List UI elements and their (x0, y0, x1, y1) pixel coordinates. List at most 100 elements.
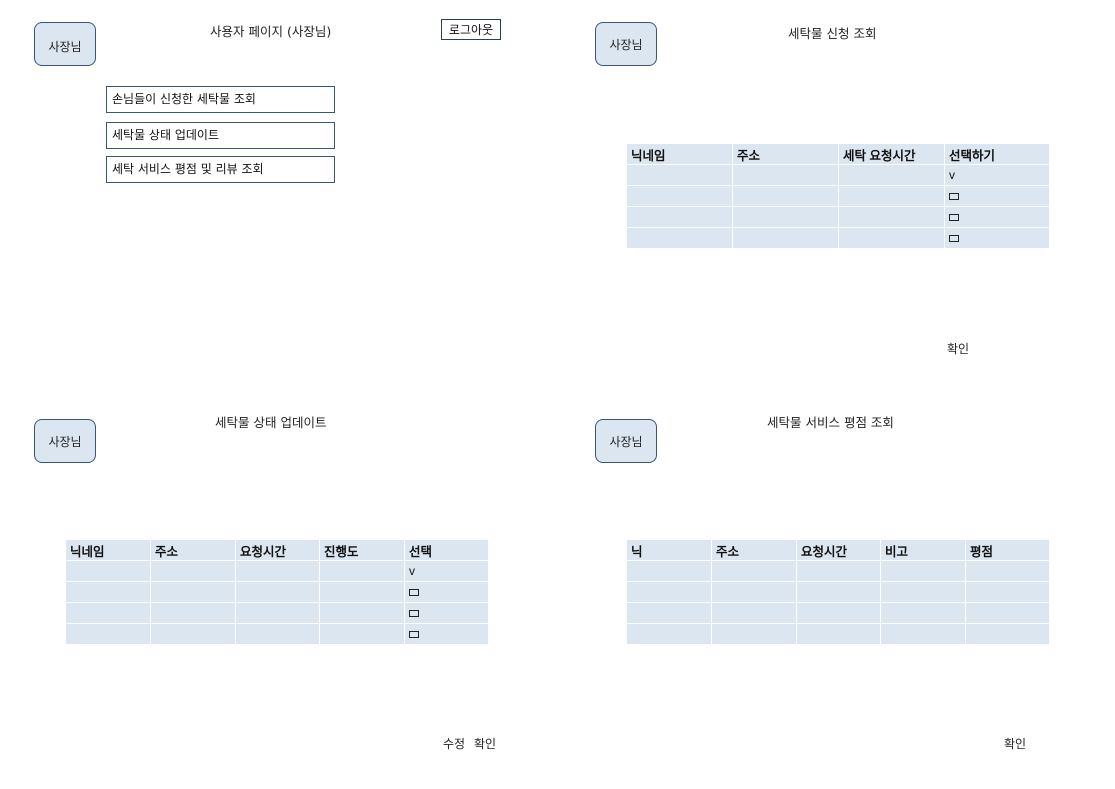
table-row[interactable] (626, 227, 1050, 249)
table-row[interactable]: v (626, 164, 1050, 186)
select-cell[interactable] (944, 185, 1050, 207)
table-cell (711, 602, 797, 624)
column-header: 요청시간 (796, 539, 881, 561)
table-cell (965, 560, 1050, 582)
checkbox-icon[interactable] (949, 214, 959, 222)
view-laundry-requests-button[interactable]: 손님들이 신청한 세탁물 조회 (106, 86, 335, 113)
table-cell (838, 185, 945, 207)
owner-avatar: 사장님 (595, 419, 657, 463)
select-cell[interactable] (404, 623, 489, 645)
confirm-button[interactable]: 확인 (1004, 735, 1026, 752)
checkbox-icon[interactable] (949, 235, 959, 243)
select-cell[interactable]: v (404, 560, 489, 582)
table-cell (626, 164, 733, 186)
select-cell[interactable]: v (944, 164, 1050, 186)
table-row (626, 602, 1050, 624)
table-cell (65, 560, 151, 582)
table-cell (626, 602, 712, 624)
table-cell (965, 602, 1050, 624)
checked-mark[interactable]: v (409, 564, 415, 578)
page-title: 세탁물 상태 업데이트 (215, 415, 327, 430)
page-title: 세탁물 서비스 평점 조회 (767, 415, 894, 430)
owner-avatar: 사장님 (595, 22, 657, 66)
column-header: 주소 (150, 539, 236, 561)
table-row[interactable] (626, 206, 1050, 228)
edit-button[interactable]: 수정 (443, 735, 465, 752)
table-cell (626, 581, 712, 603)
table-cell (65, 623, 151, 645)
table-row (626, 581, 1050, 603)
table-cell (880, 560, 966, 582)
checked-mark[interactable]: v (949, 168, 955, 182)
request-table: 닉네임 주소 세탁 요청시간 선택하기 v (626, 143, 1050, 249)
column-header: 주소 (732, 143, 839, 165)
table-row[interactable]: v (65, 560, 489, 582)
select-cell[interactable] (404, 581, 489, 603)
owner-avatar: 사장님 (34, 22, 96, 66)
table-header-row: 닉네임 주소 요청시간 진행도 선택 (65, 539, 489, 561)
checkbox-icon[interactable] (409, 631, 419, 639)
view-ratings-reviews-button[interactable]: 세탁 서비스 평점 및 리뷰 조회 (106, 156, 335, 183)
table-cell (732, 206, 839, 228)
column-header: 선택하기 (944, 143, 1050, 165)
select-cell[interactable] (944, 206, 1050, 228)
table-cell (965, 581, 1050, 603)
table-row[interactable] (65, 602, 489, 624)
table-cell (65, 602, 151, 624)
table-cell (235, 602, 320, 624)
table-cell (711, 560, 797, 582)
table-cell (319, 623, 405, 645)
table-cell (235, 560, 320, 582)
table-cell (319, 581, 405, 603)
checkbox-icon[interactable] (409, 589, 419, 597)
rating-table: 닉 주소 요청시간 비고 평점 (626, 539, 1050, 645)
select-cell[interactable] (944, 227, 1050, 249)
avatar-label: 사장님 (48, 40, 82, 54)
table-cell (880, 623, 966, 645)
table-cell (880, 602, 966, 624)
update-laundry-status-button[interactable]: 세탁물 상태 업데이트 (106, 122, 335, 149)
table-cell (150, 581, 236, 603)
table-cell (796, 602, 881, 624)
column-header: 진행도 (319, 539, 405, 561)
column-header: 선택 (404, 539, 489, 561)
table-cell (626, 227, 733, 249)
logout-button[interactable]: 로그아웃 (441, 19, 501, 40)
select-cell[interactable] (404, 602, 489, 624)
page-title: 사용자 페이지 (사장님) (210, 24, 332, 39)
column-header: 주소 (711, 539, 797, 561)
column-header: 닉네임 (65, 539, 151, 561)
column-header: 요청시간 (235, 539, 320, 561)
table-header-row: 닉 주소 요청시간 비고 평점 (626, 539, 1050, 561)
table-cell (626, 623, 712, 645)
table-cell (732, 185, 839, 207)
table-row[interactable] (65, 581, 489, 603)
table-cell (626, 560, 712, 582)
table-cell (732, 164, 839, 186)
table-cell (626, 185, 733, 207)
table-cell (711, 623, 797, 645)
table-cell (838, 164, 945, 186)
owner-avatar: 사장님 (34, 419, 96, 463)
table-cell (838, 227, 945, 249)
table-row[interactable] (626, 185, 1050, 207)
avatar-label: 사장님 (48, 434, 82, 449)
table-cell (235, 623, 320, 645)
table-cell (150, 560, 236, 582)
checkbox-icon[interactable] (949, 193, 959, 201)
table-header-row: 닉네임 주소 세탁 요청시간 선택하기 (626, 143, 1050, 165)
table-cell (732, 227, 839, 249)
table-cell (796, 560, 881, 582)
column-header: 닉네임 (626, 143, 733, 165)
table-row (626, 623, 1050, 645)
status-table: 닉네임 주소 요청시간 진행도 선택 v (65, 539, 489, 645)
confirm-button[interactable]: 확인 (474, 735, 496, 752)
table-row[interactable] (65, 623, 489, 645)
table-cell (838, 206, 945, 228)
table-cell (796, 623, 881, 645)
table-cell (65, 581, 151, 603)
avatar-label: 사장님 (609, 37, 643, 52)
column-header: 닉 (626, 539, 712, 561)
confirm-button[interactable]: 확인 (947, 340, 969, 357)
checkbox-icon[interactable] (409, 610, 419, 618)
